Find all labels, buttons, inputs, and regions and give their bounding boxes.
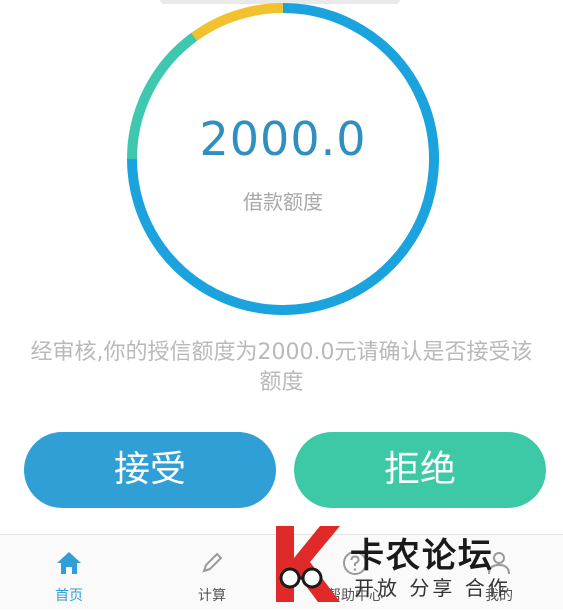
reject-button[interactable]: 拒绝	[294, 432, 546, 508]
tab-home-label: 首页	[55, 588, 83, 604]
home-icon	[57, 552, 81, 574]
credit-amount: 2000.0	[199, 112, 367, 166]
tab-home[interactable]: 首页	[14, 535, 124, 609]
accept-button[interactable]: 接受	[24, 432, 276, 508]
watermark-title: 卡农论坛	[350, 536, 494, 576]
tab-calculate[interactable]: 计算	[157, 535, 267, 609]
ring-segment-3	[191, 3, 284, 41]
credit-amount-label: 借款额度	[243, 190, 323, 214]
watermark-subtitle: 开放 分享 合作	[354, 576, 511, 600]
forum-watermark: 卡农论坛 开放 分享 合作	[268, 520, 528, 608]
credit-ring: 2000.0 借款额度	[124, 0, 442, 318]
forum-logo-icon	[276, 526, 340, 602]
approval-message: 经审核,你的授信额度为2000.0元请确认是否接受该额度	[30, 340, 533, 395]
pencil-icon	[202, 552, 223, 573]
tab-calculate-label: 计算	[198, 588, 226, 604]
ring-segment-1	[127, 158, 410, 315]
